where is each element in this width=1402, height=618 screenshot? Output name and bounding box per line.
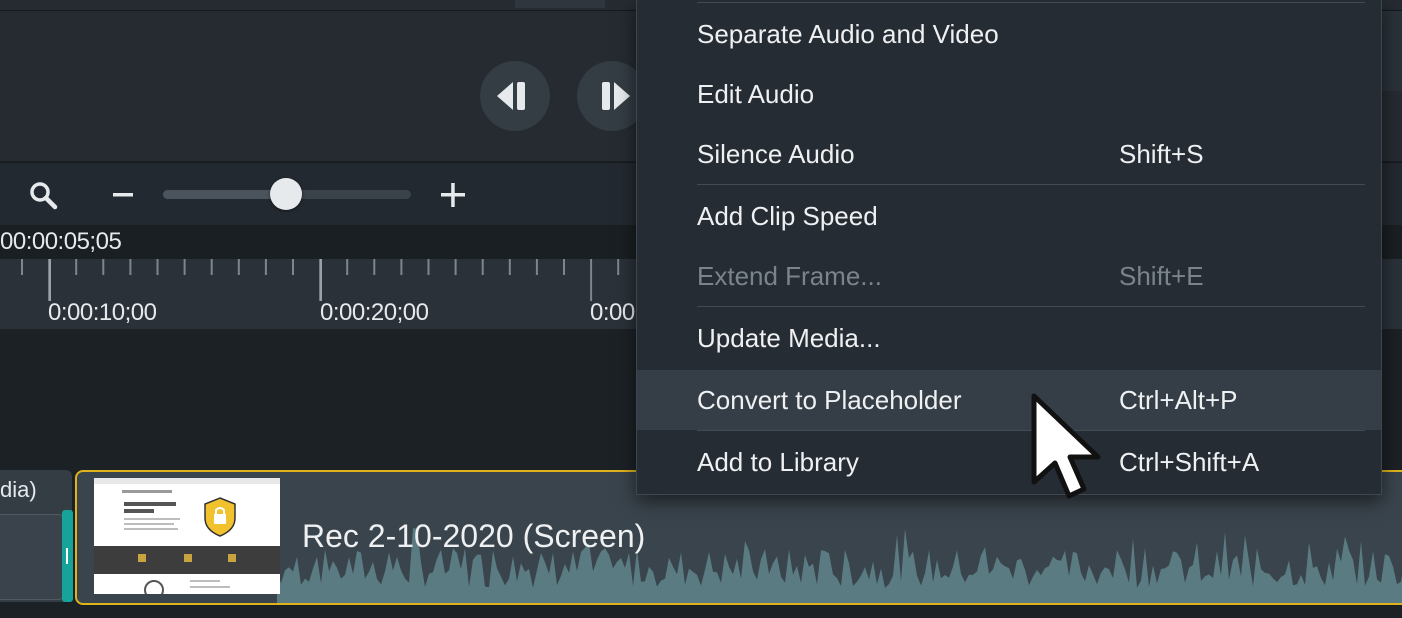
clip-title: Rec 2-10-2020 (Screen) bbox=[302, 518, 646, 554]
menu-item-separate-audio-video[interactable]: Separate Audio and Video bbox=[637, 4, 1381, 64]
menu-item-label: Extend Frame... bbox=[697, 260, 882, 291]
step-back-icon bbox=[497, 82, 525, 110]
menu-item-label: Edit Audio bbox=[697, 78, 815, 109]
zoom-slider-fill bbox=[163, 190, 286, 199]
previous-frame-button[interactable] bbox=[480, 61, 550, 131]
previous-clip-thumbnail bbox=[0, 514, 63, 600]
menu-item-silence-audio[interactable]: Silence Audio Shift+S bbox=[637, 124, 1381, 184]
search-icon[interactable] bbox=[28, 180, 58, 210]
menu-item-shortcut: Ctrl+Shift+A bbox=[1119, 446, 1260, 477]
previous-clip-label: dia) bbox=[0, 477, 37, 502]
menu-item-convert-to-placeholder[interactable]: Convert to Placeholder Ctrl+Alt+P bbox=[637, 370, 1381, 430]
menu-item-shortcut: Shift+E bbox=[1119, 260, 1204, 291]
menu-item-shortcut: Ctrl+Alt+P bbox=[1119, 384, 1238, 415]
ruler-label: 0:00:20;00 bbox=[320, 299, 429, 326]
zoom-out-icon[interactable] bbox=[112, 184, 134, 206]
menu-item-add-to-library[interactable]: Add to Library Ctrl+Shift+A bbox=[637, 432, 1381, 492]
step-forward-icon bbox=[602, 82, 630, 110]
top-strip-tab bbox=[515, 0, 605, 8]
menu-separator bbox=[697, 306, 1365, 307]
menu-item-label: Add Clip Speed bbox=[697, 200, 878, 231]
ruler-label: 0:00:10;00 bbox=[48, 299, 157, 326]
menu-item-update-media[interactable]: Update Media... bbox=[637, 308, 1381, 368]
right-edge-panel bbox=[1380, 11, 1402, 91]
menu-item-label: Convert to Placeholder bbox=[697, 384, 962, 415]
handle-grip bbox=[66, 548, 68, 564]
menu-item-label: Add to Library bbox=[697, 446, 859, 477]
menu-item-extend-frame: Extend Frame... Shift+E bbox=[637, 246, 1381, 306]
menu-item-add-clip-speed[interactable]: Add Clip Speed bbox=[637, 186, 1381, 246]
menu-item-label: Silence Audio bbox=[697, 138, 855, 169]
ruler-label: 0:00 bbox=[590, 299, 635, 326]
menu-item-edit-audio[interactable]: Edit Audio bbox=[637, 64, 1381, 124]
zoom-in-icon[interactable] bbox=[440, 182, 466, 208]
playhead-time: 00:00:05;05 bbox=[0, 228, 122, 255]
clip-thumbnail bbox=[94, 478, 280, 594]
menu-item-label: Separate Audio and Video bbox=[697, 18, 999, 49]
menu-item-shortcut: Shift+S bbox=[1119, 138, 1204, 169]
menu-item-label: Update Media... bbox=[697, 322, 881, 353]
zoom-slider-thumb[interactable] bbox=[270, 178, 302, 210]
menu-separator bbox=[697, 184, 1365, 185]
menu-separator bbox=[697, 2, 1365, 3]
mouse-pointer-icon bbox=[1028, 390, 1108, 515]
clip-context-menu: Separate Audio and Video Edit Audio Sile… bbox=[636, 0, 1382, 495]
